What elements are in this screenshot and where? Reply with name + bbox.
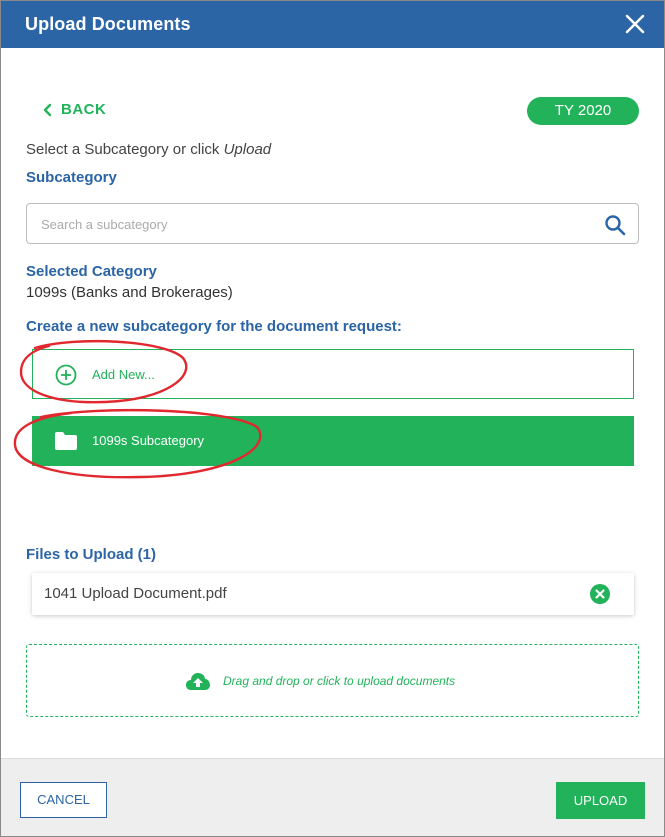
add-new-label: Add New... xyxy=(92,367,155,382)
cloud-upload-icon xyxy=(186,673,210,690)
instruction-prefix: Select a Subcategory or click xyxy=(26,141,224,158)
subcategory-search-box xyxy=(26,203,639,244)
close-circle-icon[interactable] xyxy=(590,584,610,604)
dropzone-text: Drag and drop or click to upload documen… xyxy=(223,674,456,688)
plus-circle-icon xyxy=(55,364,77,386)
create-subcategory-label: Create a new subcategory for the documen… xyxy=(26,318,402,335)
folder-icon xyxy=(55,432,77,450)
back-button[interactable]: BACK xyxy=(43,101,106,118)
instruction-text: Select a Subcategory or click Upload xyxy=(26,141,271,158)
dialog-title: Upload Documents xyxy=(25,14,191,34)
upload-dropzone[interactable]: Drag and drop or click to upload documen… xyxy=(26,644,639,717)
dialog-footer: CANCEL UPLOAD xyxy=(1,758,664,836)
upload-documents-dialog: Upload Documents BACK TY 2020 Select a S… xyxy=(0,0,665,837)
subcategory-item[interactable]: 1099s Subcategory xyxy=(32,416,634,466)
subcategory-label: Subcategory xyxy=(26,169,117,186)
back-label: BACK xyxy=(61,101,107,118)
chevron-left-icon xyxy=(43,103,52,116)
file-name: 1041 Upload Document.pdf xyxy=(44,585,227,602)
upload-button[interactable]: UPLOAD xyxy=(556,782,645,819)
instruction-emphasis: Upload xyxy=(223,141,272,158)
search-icon[interactable] xyxy=(604,214,626,236)
selected-category-label: Selected Category xyxy=(26,263,157,280)
tax-year-badge: TY 2020 xyxy=(527,97,639,125)
dialog-header: Upload Documents xyxy=(1,1,664,48)
add-new-subcategory-button[interactable]: Add New... xyxy=(32,349,634,399)
cancel-button[interactable]: CANCEL xyxy=(20,782,107,818)
selected-category-value: 1099s (Banks and Brokerages) xyxy=(26,284,233,301)
close-icon[interactable] xyxy=(624,13,646,35)
files-to-upload-label: Files to Upload (1) xyxy=(26,546,157,563)
subcategory-search-input[interactable] xyxy=(41,213,581,235)
file-item: 1041 Upload Document.pdf xyxy=(32,573,634,615)
subcategory-item-label: 1099s Subcategory xyxy=(92,433,205,448)
